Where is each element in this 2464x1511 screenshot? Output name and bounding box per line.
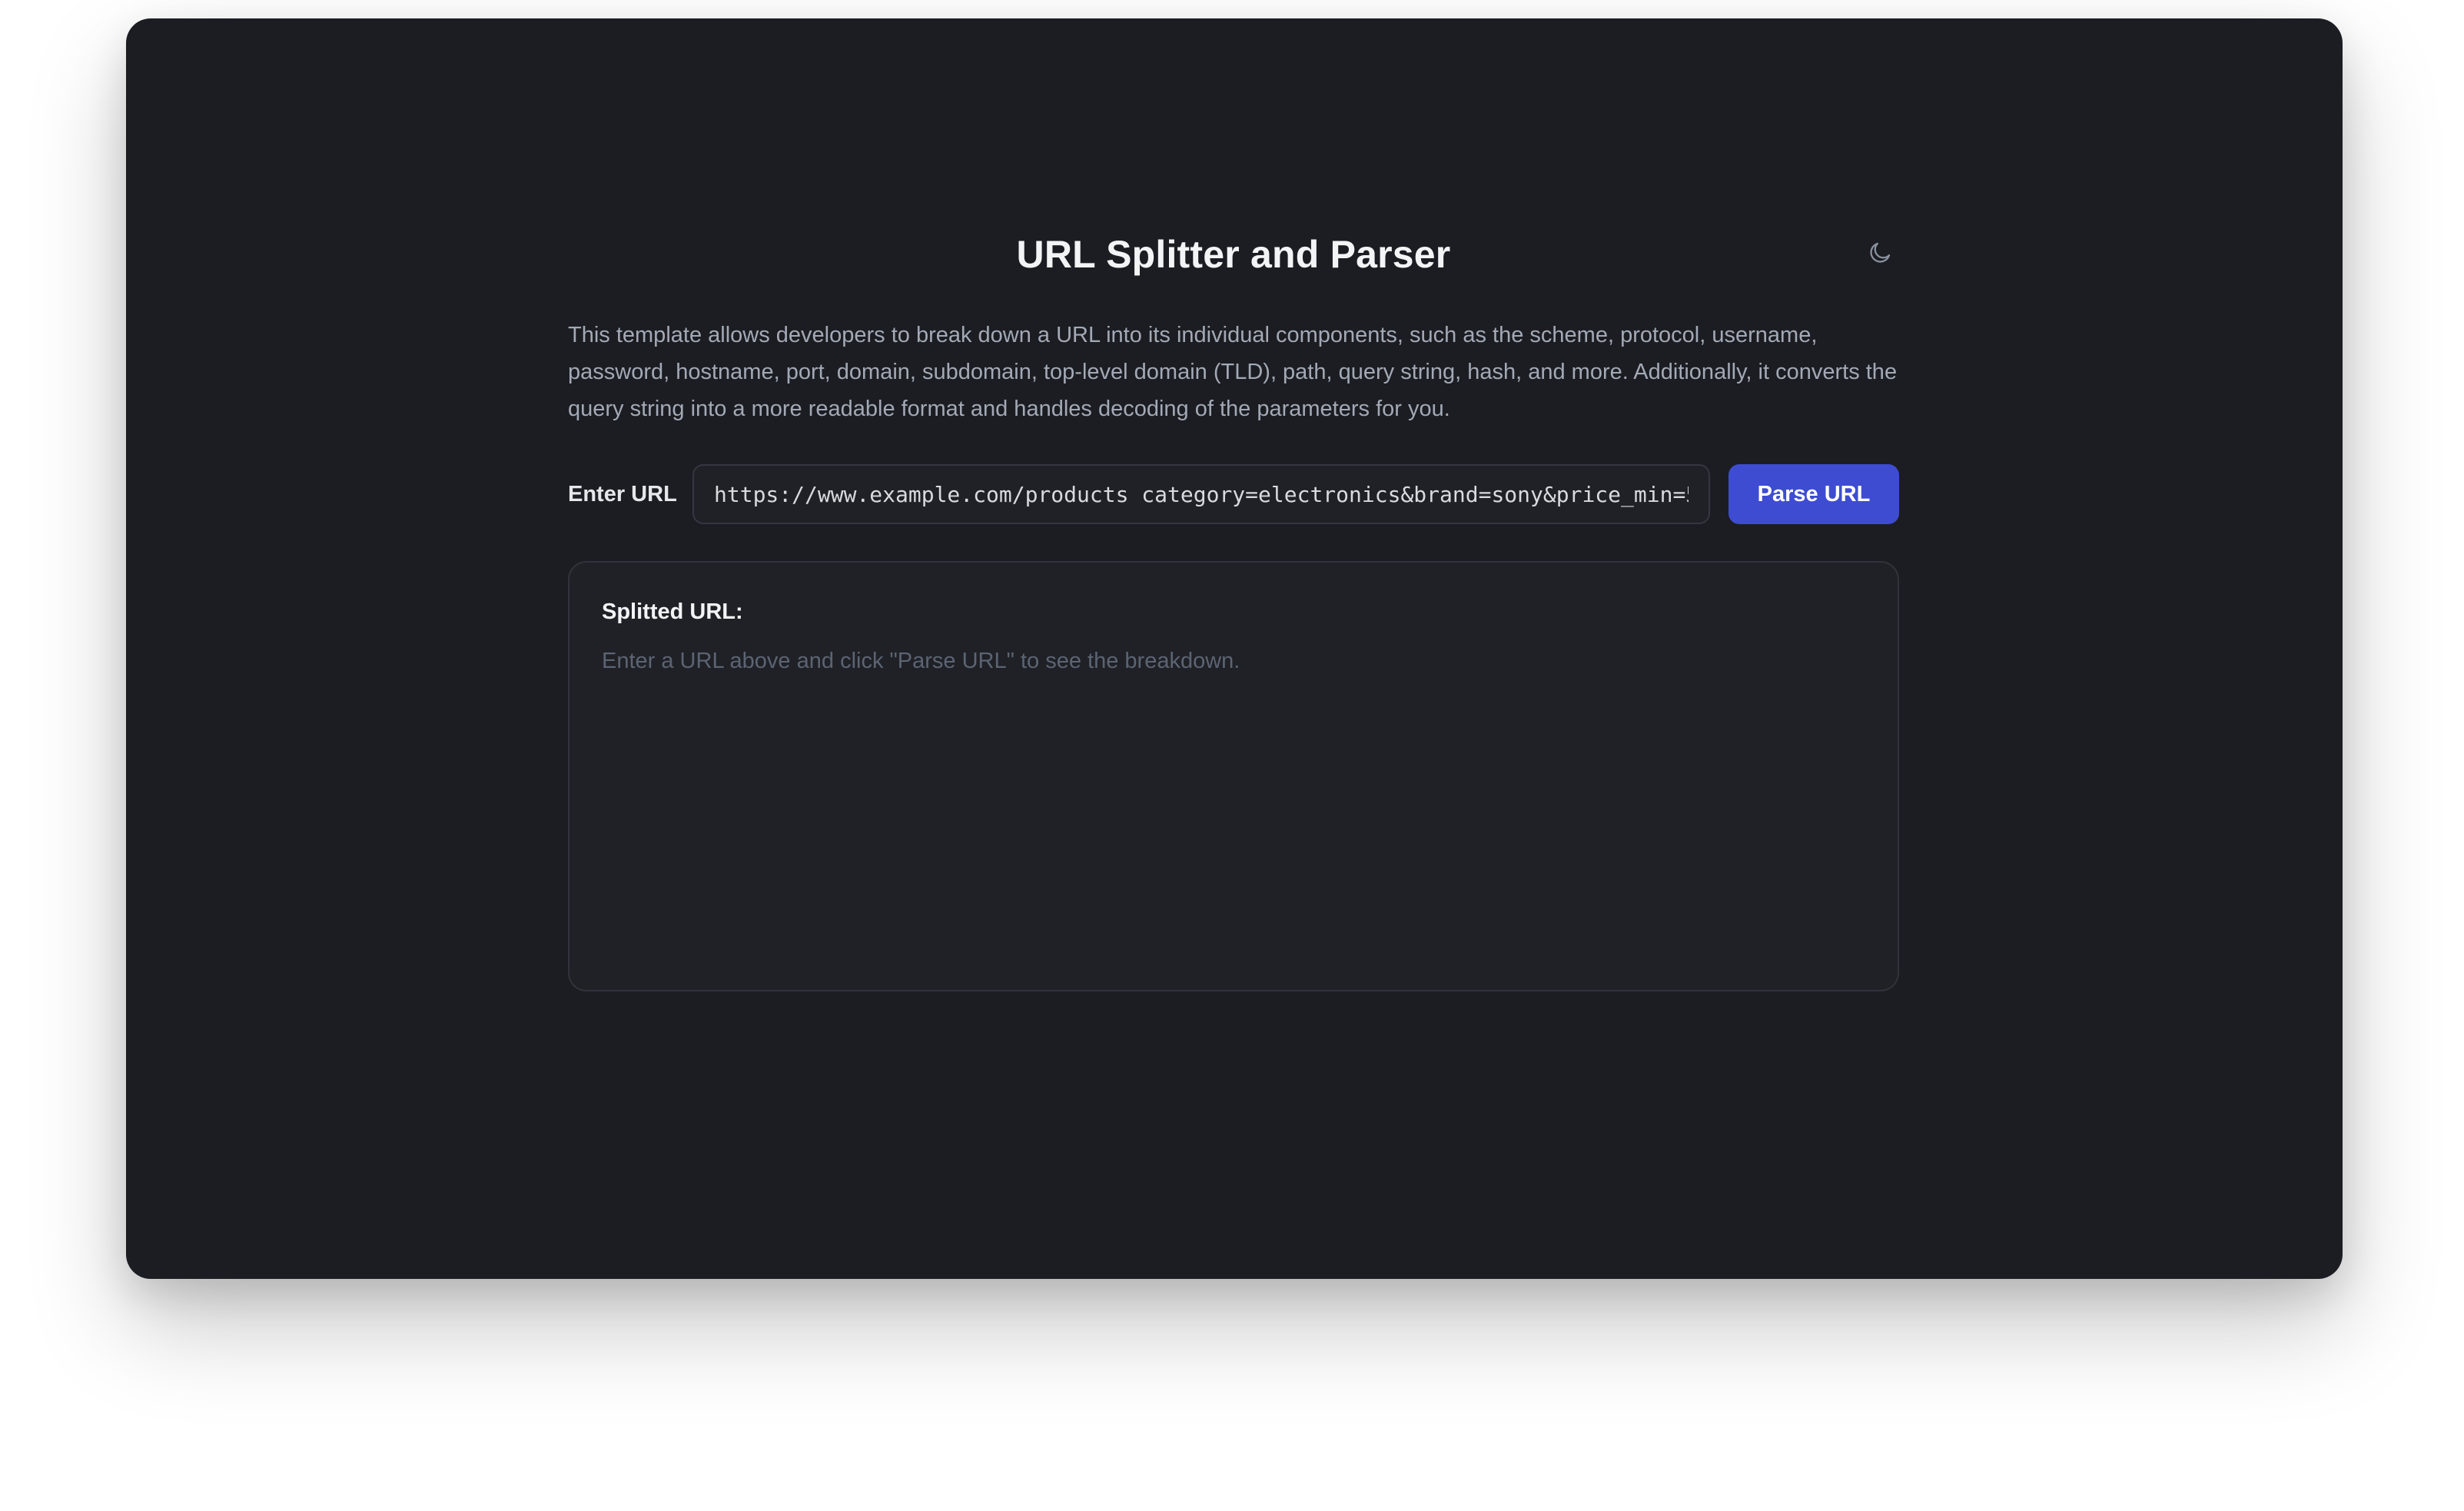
parse-url-button[interactable]: Parse URL (1728, 464, 1899, 524)
result-placeholder: Enter a URL above and click "Parse URL" … (602, 649, 1240, 673)
result-title: Splitted URL: (602, 599, 743, 624)
main-container: URL Splitter and Parser This template al… (568, 211, 1899, 991)
url-input[interactable] (692, 464, 1710, 524)
moon-icon (1867, 240, 1893, 270)
theme-toggle-button[interactable] (1861, 235, 1899, 274)
app-window: URL Splitter and Parser This template al… (126, 18, 2343, 1279)
url-input-row: Enter URL Parse URL (568, 464, 1899, 524)
url-input-label: Enter URL (568, 481, 677, 506)
result-panel: Splitted URL: Enter a URL above and clic… (568, 561, 1899, 991)
page-description: This template allows developers to break… (568, 323, 1898, 421)
page-header: URL Splitter and Parser (568, 211, 1899, 298)
page-title: URL Splitter and Parser (1016, 233, 1451, 276)
